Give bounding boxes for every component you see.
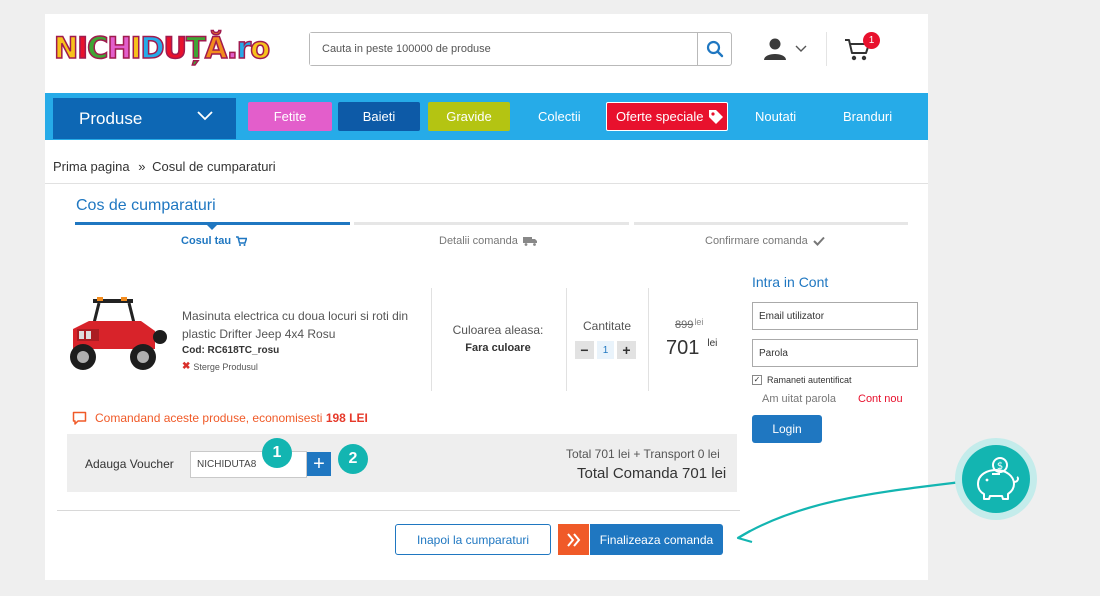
piggy-bank-icon: $ (977, 457, 1019, 500)
annotation-arrow (736, 480, 962, 544)
piggy-bank-badge: $ (955, 438, 1037, 520)
